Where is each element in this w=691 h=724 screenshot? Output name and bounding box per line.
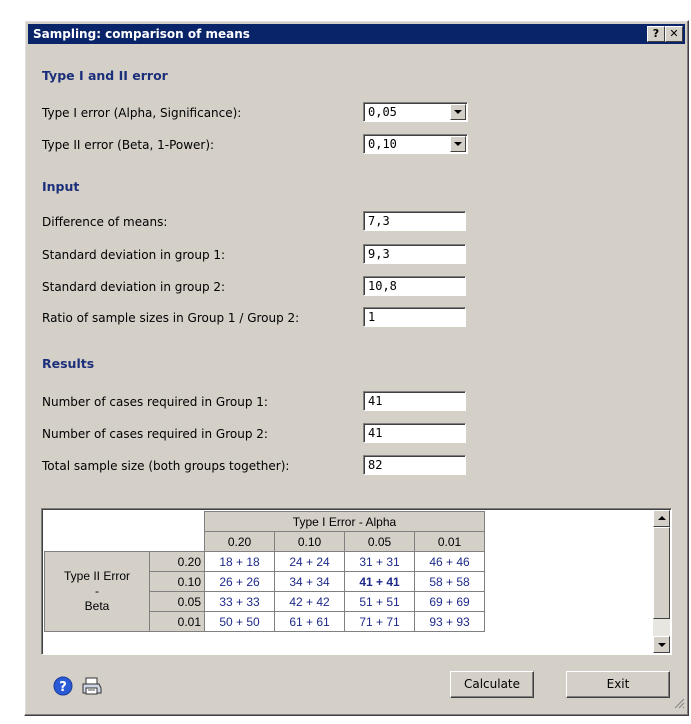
alpha-col-header: 0.20	[204, 531, 275, 552]
scroll-thumb[interactable]	[653, 527, 670, 619]
table-cell: 50 + 50	[204, 611, 275, 632]
sd2-label: Standard deviation in group 2:	[42, 280, 226, 294]
diff-label: Difference of means:	[42, 215, 168, 229]
title-bar: Sampling: comparison of means ? ✕	[28, 24, 685, 44]
scroll-up-icon[interactable]	[653, 510, 670, 527]
beta-row-header: 0.01	[149, 611, 205, 632]
g1-label: Number of cases required in Group 1:	[42, 395, 268, 409]
table-cell: 18 + 18	[204, 551, 275, 572]
table-cell: 61 + 61	[274, 611, 345, 632]
diff-input[interactable]: 7,3	[363, 211, 466, 231]
table-corner	[44, 511, 205, 552]
beta-label: Type II error (Beta, 1-Power):	[42, 138, 215, 152]
chevron-down-icon[interactable]	[450, 104, 466, 120]
g2-output: 41	[363, 423, 466, 443]
print-icon[interactable]	[81, 676, 103, 699]
section-heading-error: Type I and II error	[42, 68, 168, 83]
scroll-down-icon[interactable]	[653, 636, 670, 653]
alpha-select[interactable]: 0,05	[363, 102, 468, 122]
section-heading-results: Results	[42, 356, 95, 371]
alpha-col-header: 0.10	[274, 531, 345, 552]
close-button[interactable]: ✕	[665, 26, 683, 42]
table-cell: 69 + 69	[414, 591, 485, 612]
beta-select[interactable]: 0,10	[363, 134, 468, 154]
table-row: Type II Error - Beta 0.20 18 + 18 24 + 2…	[44, 551, 485, 632]
beta-header-line1: Type II Error	[63, 569, 131, 583]
alpha-col-header: 0.05	[344, 531, 415, 552]
table-cell: 34 + 34	[274, 571, 345, 592]
alpha-select-value: 0,05	[368, 105, 397, 119]
table-cell: 24 + 24	[274, 551, 345, 572]
window-title: Sampling: comparison of means	[33, 27, 250, 41]
ratio-label: Ratio of sample sizes in Group 1 / Group…	[42, 311, 300, 325]
sd2-input[interactable]: 10,8	[363, 276, 466, 296]
total-output: 82	[363, 455, 466, 475]
section-heading-input: Input	[42, 179, 80, 194]
table-cell: 46 + 46	[414, 551, 485, 572]
table-cell: 71 + 71	[344, 611, 415, 632]
g1-output: 41	[363, 391, 466, 411]
sd1-label: Standard deviation in group 1:	[42, 248, 226, 262]
sd1-input[interactable]: 9,3	[363, 244, 466, 264]
results-grid[interactable]: Type I Error - Alpha 0.20 0.10 0.05 0.01…	[41, 508, 672, 655]
table-cell: 58 + 58	[414, 571, 485, 592]
beta-header-line3: Beta	[84, 599, 110, 613]
table-cell: 42 + 42	[274, 591, 345, 612]
calculate-button[interactable]: Calculate	[450, 671, 534, 698]
beta-row-header: 0.10	[149, 571, 205, 592]
table-cell: 31 + 31	[344, 551, 415, 572]
svg-text:?: ?	[59, 680, 67, 695]
exit-button[interactable]: Exit	[566, 671, 670, 698]
table-cell: 51 + 51	[344, 591, 415, 612]
help-icon[interactable]: ?	[53, 676, 73, 699]
alpha-col-header: 0.01	[414, 531, 485, 552]
resize-grip-icon[interactable]	[673, 697, 685, 712]
g2-label: Number of cases required in Group 2:	[42, 427, 268, 441]
vertical-scrollbar[interactable]	[653, 510, 670, 653]
beta-select-value: 0,10	[368, 137, 397, 151]
table-cell: 33 + 33	[204, 591, 275, 612]
table-cell: 93 + 93	[414, 611, 485, 632]
total-label: Total sample size (both groups together)…	[42, 459, 290, 473]
beta-header-line2: -	[95, 584, 99, 598]
ratio-input[interactable]: 1	[363, 307, 466, 327]
beta-header: Type II Error - Beta	[44, 551, 150, 632]
beta-row-header: 0.20	[149, 551, 205, 572]
results-table: Type I Error - Alpha 0.20 0.10 0.05 0.01…	[44, 511, 485, 632]
table-cell-selected: 41 + 41	[344, 571, 415, 592]
chevron-down-icon[interactable]	[450, 136, 466, 152]
beta-row-header: 0.05	[149, 591, 205, 612]
help-title-button[interactable]: ?	[647, 26, 665, 42]
alpha-header: Type I Error - Alpha	[204, 511, 485, 532]
dialog-window: Sampling: comparison of means ? ✕ Type I…	[24, 20, 689, 716]
alpha-label: Type I error (Alpha, Significance):	[42, 106, 242, 120]
table-cell: 26 + 26	[204, 571, 275, 592]
